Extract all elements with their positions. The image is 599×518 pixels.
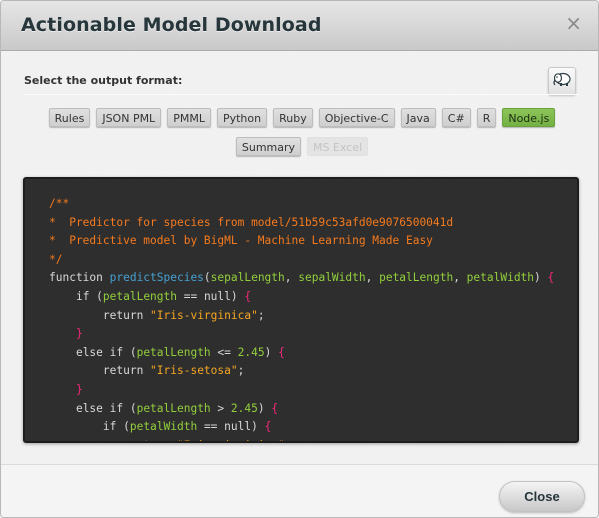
code-token: petalLength: [379, 271, 454, 285]
code-token: ;: [285, 439, 292, 441]
format-button-pmml[interactable]: PMML: [167, 108, 211, 127]
code-token: {: [244, 289, 252, 303]
code-token: >: [210, 401, 231, 415]
code-token: 2.45: [237, 345, 265, 359]
dialog-body: Select the output format: Rules JSON PML P…: [1, 52, 598, 464]
dialog-footer: Close: [1, 464, 598, 517]
code-line: if (petalLength == null) {: [49, 288, 577, 307]
code-token: return: [130, 439, 177, 441]
code-token: petalLength: [102, 289, 177, 303]
code-preview[interactable]: /** * Predictor for species from model/51…: [23, 177, 579, 443]
code-token: == null): [177, 289, 245, 303]
dialog-title: Actionable Model Download: [21, 14, 322, 36]
code-token: predictSpecies: [109, 271, 204, 285]
code-token: {: [278, 345, 285, 359]
code-token: * Predictive model by BigML - Machine Le…: [49, 234, 433, 248]
close-icon[interactable]: ×: [565, 11, 582, 35]
code-token: * Predictor for species from model/51b59…: [49, 215, 454, 229]
code-token: ): [264, 345, 279, 359]
code-token: else if (: [75, 401, 137, 415]
code-token: return: [102, 364, 151, 378]
format-button-c[interactable]: C#: [441, 108, 471, 127]
format-button-rules[interactable]: Rules: [48, 108, 91, 127]
format-button-objective-c[interactable]: Objective-C: [318, 108, 395, 127]
code-token: }: [75, 327, 83, 341]
code-token: (: [203, 271, 211, 285]
format-button-node-js[interactable]: Node.js: [502, 108, 556, 127]
format-button-java[interactable]: Java: [400, 108, 436, 127]
code-token: if (: [102, 420, 130, 434]
hadoop-elephant-icon: [552, 71, 572, 91]
code-token: else if (: [75, 345, 137, 359]
code-line: if (petalWidth == null) {: [49, 418, 577, 437]
code-token: ,: [365, 271, 380, 285]
format-button-ruby[interactable]: Ruby: [273, 108, 313, 127]
code-token: {: [264, 420, 272, 434]
code-token: }: [75, 382, 83, 396]
code-token: {: [271, 401, 279, 415]
dialog-header: Actionable Model Download ×: [1, 1, 598, 51]
hadoop-button[interactable]: [548, 67, 576, 95]
code-token: "Iris-virginica": [177, 439, 285, 441]
format-buttons: Rules JSON PML PMML Python Ruby Objective-C Ja…: [28, 108, 576, 156]
code-line: */: [49, 251, 577, 270]
code-line: * Predictor for species from model/51b59…: [49, 214, 577, 233]
close-button[interactable]: Close: [499, 481, 585, 512]
code-text: /** * Predictor for species from model/51…: [49, 195, 577, 441]
select-format-label: Select the output format:: [24, 74, 183, 87]
divider: [23, 94, 579, 95]
code-line: /**: [49, 195, 577, 214]
code-token: petalWidth: [466, 271, 535, 285]
code-token: "Iris-setosa": [150, 364, 238, 378]
code-token: == null): [197, 420, 265, 434]
code-token: if (: [75, 289, 103, 303]
code-token: /**: [49, 197, 70, 210]
code-token: ,: [453, 271, 467, 285]
code-line: return "Iris-virginica";: [49, 307, 577, 326]
code-line: function predictSpecies(sepalLength, sep…: [49, 269, 577, 288]
code-token: "Iris-virginica": [150, 308, 258, 322]
code-token: ;: [257, 308, 265, 322]
code-token: petalLength: [136, 401, 211, 415]
format-button-summary[interactable]: Summary: [235, 137, 302, 156]
code-token: {: [547, 271, 555, 285]
code-token: ,: [284, 271, 299, 285]
code-line: }: [49, 325, 577, 344]
code-token: */: [49, 252, 63, 266]
code-line: return "Iris-setosa";: [49, 362, 577, 381]
code-token: ): [534, 271, 548, 285]
code-token: 2.45: [230, 401, 258, 415]
code-line: return "Iris-virginica";: [49, 437, 577, 441]
code-line: }: [49, 381, 577, 400]
code-token: ;: [237, 364, 245, 378]
code-line: else if (petalLength <= 2.45) {: [49, 344, 577, 363]
code-token: <=: [210, 345, 238, 359]
code-token: petalLength: [136, 345, 211, 359]
code-token: sepalLength: [210, 271, 285, 285]
code-token: function: [49, 271, 110, 285]
code-token: ): [257, 401, 272, 415]
format-button-r[interactable]: R: [476, 108, 497, 127]
format-button-ms-excel: MS Excel: [307, 137, 369, 156]
code-line: * Predictive model by BigML - Machine Le…: [49, 232, 577, 251]
code-token: sepalWidth: [298, 271, 366, 285]
code-line: else if (petalLength > 2.45) {: [49, 400, 577, 419]
format-button-json-pml[interactable]: JSON PML: [96, 108, 162, 127]
code-token: petalWidth: [129, 420, 198, 434]
model-download-dialog: Actionable Model Download × Select the o…: [0, 0, 599, 518]
code-token: return: [102, 308, 151, 322]
format-button-python[interactable]: Python: [216, 108, 268, 127]
